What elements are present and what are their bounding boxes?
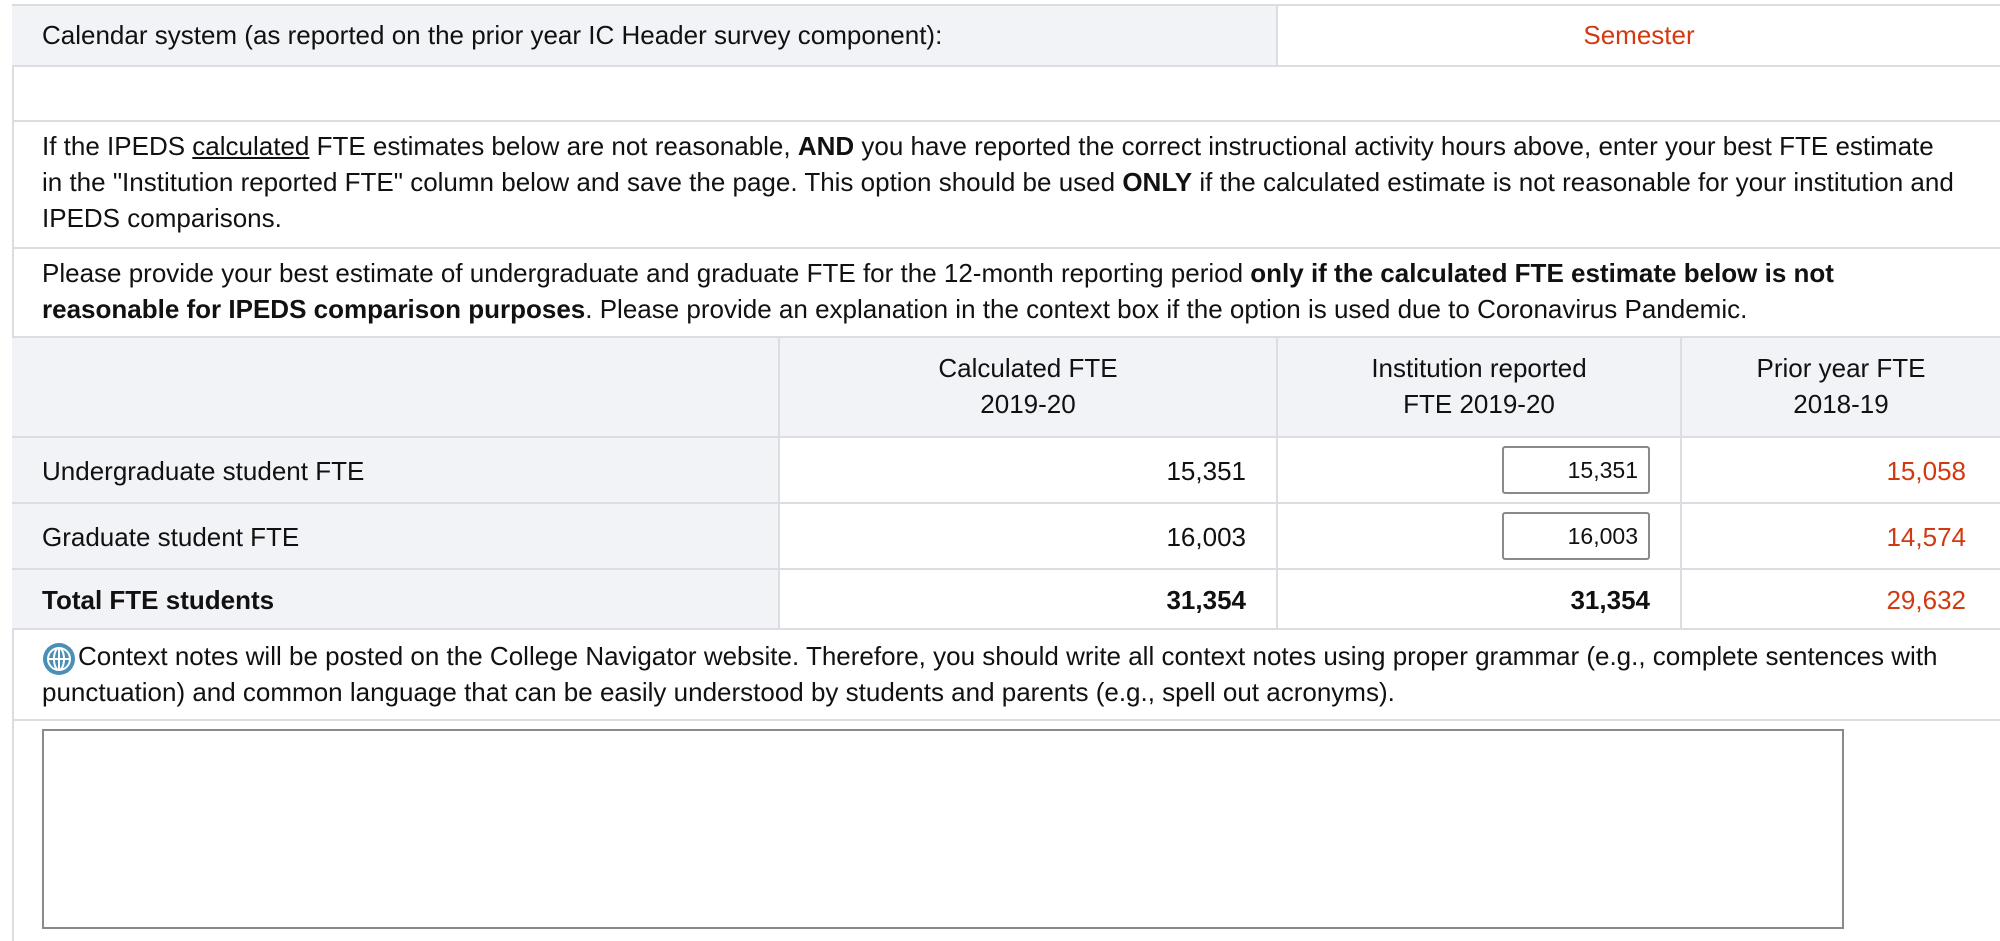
context-notes-textarea[interactable] <box>42 729 1844 929</box>
instructions-paragraph-1: If the IPEDS calculated FTE estimates be… <box>42 128 1960 236</box>
row-label-undergraduate: Undergraduate student FTE <box>42 456 365 486</box>
header-prior-line1: Prior year FTE <box>1756 353 1926 383</box>
row-prior-cell: 14,574 <box>1680 504 2000 568</box>
header-institution-line1: Institution reported <box>1371 353 1587 383</box>
calendar-value: Semester <box>1583 20 1695 50</box>
row-label-graduate: Graduate student FTE <box>42 522 300 552</box>
total-calculated-cell: 31,354 <box>778 570 1276 628</box>
instr-p1-text-a: If the IPEDS <box>42 131 193 161</box>
total-prior-value: 29,632 <box>1886 585 1966 615</box>
context-note-text: Context notes will be posted on the Coll… <box>42 641 1938 707</box>
instr-p1-bold-and: AND <box>797 131 855 161</box>
total-calculated-value: 31,354 <box>1166 585 1246 615</box>
header-calculated: Calculated FTE 2019-20 <box>780 350 1276 422</box>
total-institution-cell: 31,354 <box>1276 570 1680 628</box>
instructions-paragraph-2: Please provide your best estimate of und… <box>42 255 1960 327</box>
header-prior: Prior year FTE 2018-19 <box>1682 350 2000 422</box>
instructions-row-1: If the IPEDS calculated FTE estimates be… <box>12 122 2000 249</box>
instr-p2-text-b: . Please provide an explanation in the c… <box>585 294 1748 324</box>
instr-p1-text-b: FTE estimates below are not reasonable, <box>309 131 798 161</box>
instr-p1-bold-only: ONLY <box>1122 167 1193 197</box>
total-institution-value: 31,354 <box>1570 585 1650 615</box>
total-prior-cell: 29,632 <box>1680 570 2000 628</box>
header-calculated-line2: 2019-20 <box>980 389 1076 419</box>
header-blank-cell <box>12 338 778 436</box>
total-row: Total FTE students 31,354 31,354 29,632 <box>12 570 2000 630</box>
instr-p2-text-a: Please provide your best estimate of und… <box>42 258 1251 288</box>
instr-p1-underline: calculated <box>192 131 310 161</box>
calendar-value-cell: Semester <box>1276 6 2000 65</box>
context-note-row: Context notes will be posted on the Coll… <box>12 630 2000 721</box>
total-label: Total FTE students <box>42 585 275 615</box>
undergraduate-prior-value: 15,058 <box>1886 456 1966 486</box>
row-calculated-cell: 15,351 <box>778 438 1276 502</box>
header-prior-line2: 2018-19 <box>1793 389 1889 419</box>
row-label-cell: Graduate student FTE <box>12 504 778 568</box>
calendar-label-cell: Calendar system (as reported on the prio… <box>12 6 1276 65</box>
row-label-cell: Undergraduate student FTE <box>12 438 778 502</box>
table-row: Undergraduate student FTE 15,351 15,058 <box>12 438 2000 504</box>
undergraduate-fte-input[interactable] <box>1502 446 1650 494</box>
row-prior-cell: 15,058 <box>1680 438 2000 502</box>
header-institution: Institution reported FTE 2019-20 <box>1278 350 1680 422</box>
header-calculated-line1: Calculated FTE <box>938 353 1118 383</box>
table-header-row: Calculated FTE 2019-20 Institution repor… <box>12 338 2000 438</box>
graduate-calculated-value: 16,003 <box>1166 522 1246 552</box>
row-institution-cell <box>1276 504 1680 568</box>
header-prior-cell: Prior year FTE 2018-19 <box>1680 338 2000 436</box>
graduate-prior-value: 14,574 <box>1886 522 1966 552</box>
undergraduate-calculated-value: 15,351 <box>1166 456 1246 486</box>
graduate-fte-input[interactable] <box>1502 512 1650 560</box>
total-label-cell: Total FTE students <box>12 570 778 628</box>
calendar-label: Calendar system (as reported on the prio… <box>42 20 943 50</box>
row-calculated-cell: 16,003 <box>778 504 1276 568</box>
header-institution-line2: FTE 2019-20 <box>1403 389 1555 419</box>
header-institution-cell: Institution reported FTE 2019-20 <box>1276 338 1680 436</box>
calendar-row: Calendar system (as reported on the prio… <box>12 6 2000 67</box>
row-institution-cell <box>1276 438 1680 502</box>
spacer-row <box>12 67 2000 122</box>
header-calculated-cell: Calculated FTE 2019-20 <box>778 338 1276 436</box>
table-row: Graduate student FTE 16,003 14,574 <box>12 504 2000 570</box>
instructions-row-2: Please provide your best estimate of und… <box>12 249 2000 338</box>
